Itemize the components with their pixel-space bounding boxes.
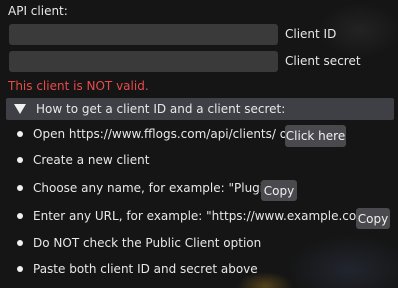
copy-name-button[interactable]: Copy [261,180,297,201]
client-secret-label: Client secret [285,54,361,68]
client-secret-input[interactable] [9,51,278,72]
step-create-client-text: Create a new client [33,153,150,167]
bullet-icon [17,213,23,219]
client-id-label: Client ID [285,27,337,41]
click-here-button[interactable]: Click here [285,125,346,147]
bullet-icon [17,185,23,191]
step-open-url-text: Open https://www.fflogs.com/api/clients/… [33,127,293,141]
client-id-input[interactable] [9,24,278,45]
step-paste-text: Paste both client ID and secret above [33,262,258,276]
howto-collapsible-header[interactable]: How to get a client ID and a client secr… [6,98,394,120]
step-choose-name-text: Choose any name, for example: "Plugin" [33,181,277,195]
howto-header-label: How to get a client ID and a client secr… [36,102,286,116]
triangle-down-icon [14,104,26,114]
api-client-title: API client: [8,4,68,18]
copy-url-button[interactable]: Copy [356,208,390,229]
client-error-text: This client is NOT valid. [8,79,149,93]
bullet-icon [17,157,23,163]
step-enter-url-text: Enter any URL, for example: "https://www… [33,209,374,223]
bullet-icon [17,240,23,246]
step-public-client-text: Do NOT check the Public Client option [33,236,262,250]
bullet-icon [17,266,23,272]
bullet-icon [17,131,23,137]
